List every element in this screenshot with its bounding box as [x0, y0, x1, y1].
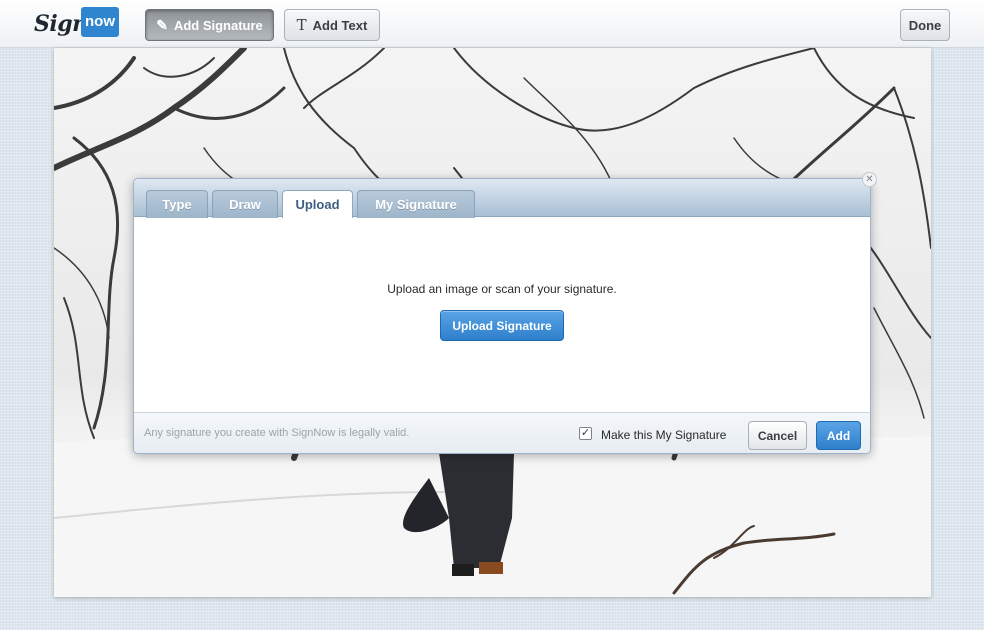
- make-my-signature-checkbox[interactable]: ✓: [579, 427, 592, 440]
- dialog-tab-bar: Type Draw Upload My Signature: [134, 179, 870, 218]
- add-signature-label: Add Signature: [173, 17, 263, 33]
- dialog-footer: Any signature you create with SignNow is…: [134, 412, 870, 453]
- done-button[interactable]: Done: [900, 9, 950, 41]
- upload-instructions: Upload an image or scan of your signatur…: [387, 282, 617, 296]
- cancel-button[interactable]: Cancel: [748, 421, 807, 450]
- tab-type[interactable]: Type: [146, 190, 208, 218]
- logo-now-badge: now: [81, 7, 119, 37]
- tab-draw[interactable]: Draw: [212, 190, 278, 218]
- text-t-icon: T: [296, 16, 307, 34]
- tab-upload[interactable]: Upload: [282, 190, 353, 218]
- add-button[interactable]: Add: [816, 421, 861, 450]
- upload-signature-button[interactable]: Upload Signature: [440, 310, 564, 341]
- legal-validity-note: Any signature you create with SignNow is…: [144, 427, 410, 439]
- logo-sign-text: Sign: [34, 11, 88, 37]
- add-text-label: Add Text: [312, 17, 368, 33]
- close-icon[interactable]: ✕: [862, 172, 877, 187]
- top-toolbar: Sign now ✎ Add Signature T Add Text Done: [0, 0, 984, 48]
- add-text-button[interactable]: T Add Text: [284, 9, 380, 41]
- signature-dialog: Type Draw Upload My Signature Upload an …: [133, 178, 871, 454]
- tab-my-signature[interactable]: My Signature: [357, 190, 475, 218]
- add-signature-button[interactable]: ✎ Add Signature: [145, 9, 274, 41]
- make-my-signature-label[interactable]: Make this My Signature: [601, 428, 726, 442]
- signnow-logo: Sign now: [34, 7, 124, 41]
- pen-icon: ✎: [156, 16, 168, 33]
